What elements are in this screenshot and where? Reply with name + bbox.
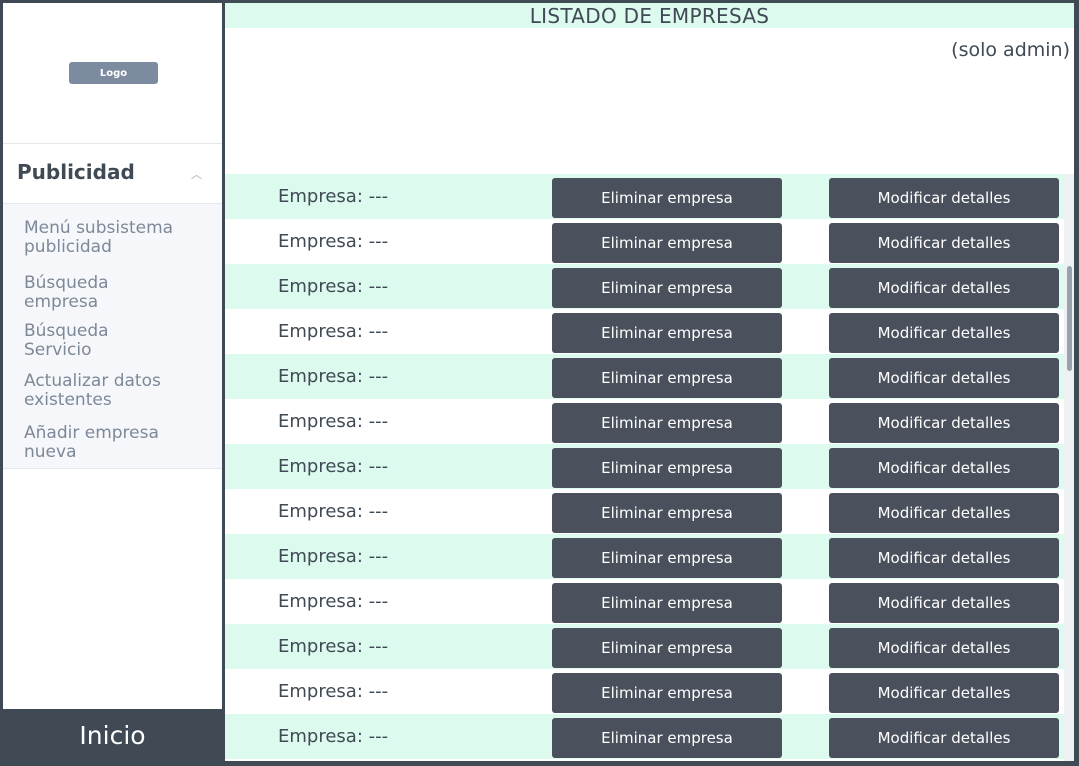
company-label: Empresa: ---	[278, 591, 389, 612]
main-content: LISTADO DE EMPRESAS (solo admin) Empresa…	[225, 3, 1074, 761]
company-label: Empresa: ---	[278, 681, 389, 702]
table-row: Empresa: --- Eliminar empresa Modificar …	[225, 399, 1074, 444]
delete-company-button[interactable]: Eliminar empresa	[552, 583, 782, 623]
section-title: Publicidad	[17, 160, 135, 184]
table-row: Empresa: --- Eliminar empresa Modificar …	[225, 444, 1074, 489]
company-label: Empresa: ---	[278, 186, 389, 207]
admin-note: (solo admin)	[951, 39, 1070, 61]
company-list: Empresa: --- Eliminar empresa Modificar …	[225, 174, 1074, 761]
delete-company-button[interactable]: Eliminar empresa	[552, 178, 782, 218]
company-label: Empresa: ---	[278, 636, 389, 657]
delete-company-button[interactable]: Eliminar empresa	[552, 448, 782, 488]
sidebar-menu: Menú subsistema publicidad Búsqueda empr…	[3, 204, 222, 469]
logo[interactable]: Logo	[69, 62, 158, 84]
home-button[interactable]: Inicio	[3, 709, 222, 761]
modify-details-button[interactable]: Modificar detalles	[829, 403, 1059, 443]
delete-company-button[interactable]: Eliminar empresa	[552, 358, 782, 398]
company-label: Empresa: ---	[278, 456, 389, 477]
delete-company-button[interactable]: Eliminar empresa	[552, 493, 782, 533]
company-label: Empresa: ---	[278, 411, 389, 432]
company-label: Empresa: ---	[278, 321, 389, 342]
sidebar-item-anadir-empresa[interactable]: Añadir empresa nueva	[24, 424, 174, 462]
modify-details-button[interactable]: Modificar detalles	[829, 448, 1059, 488]
table-row: Empresa: --- Eliminar empresa Modificar …	[225, 174, 1074, 219]
modify-details-button[interactable]: Modificar detalles	[829, 493, 1059, 533]
sidebar-item-actualizar-datos[interactable]: Actualizar datos existentes	[24, 372, 174, 410]
modify-details-button[interactable]: Modificar detalles	[829, 313, 1059, 353]
company-label: Empresa: ---	[278, 231, 389, 252]
company-label: Empresa: ---	[278, 276, 389, 297]
modify-details-button[interactable]: Modificar detalles	[829, 628, 1059, 668]
modify-details-button[interactable]: Modificar detalles	[829, 178, 1059, 218]
scrollbar-thumb[interactable]	[1067, 266, 1072, 371]
delete-company-button[interactable]: Eliminar empresa	[552, 538, 782, 578]
modify-details-button[interactable]: Modificar detalles	[829, 583, 1059, 623]
sidebar: Logo Publicidad ︿ Menú subsistema public…	[3, 3, 225, 761]
modify-details-button[interactable]: Modificar detalles	[829, 223, 1059, 263]
company-label: Empresa: ---	[278, 726, 389, 747]
table-row: Empresa: --- Eliminar empresa Modificar …	[225, 534, 1074, 579]
table-row: Empresa: --- Eliminar empresa Modificar …	[225, 309, 1074, 354]
company-label: Empresa: ---	[278, 546, 389, 567]
modify-details-button[interactable]: Modificar detalles	[829, 718, 1059, 758]
delete-company-button[interactable]: Eliminar empresa	[552, 718, 782, 758]
company-label: Empresa: ---	[278, 501, 389, 522]
delete-company-button[interactable]: Eliminar empresa	[552, 628, 782, 668]
scrollbar[interactable]	[1064, 174, 1074, 761]
modify-details-button[interactable]: Modificar detalles	[829, 673, 1059, 713]
table-row: Empresa: --- Eliminar empresa Modificar …	[225, 669, 1074, 714]
modify-details-button[interactable]: Modificar detalles	[829, 268, 1059, 308]
sidebar-item-busqueda-servicio[interactable]: Búsqueda Servicio	[24, 322, 134, 360]
modify-details-button[interactable]: Modificar detalles	[829, 358, 1059, 398]
company-label: Empresa: ---	[278, 366, 389, 387]
section-header-publicidad[interactable]: Publicidad ︿	[3, 144, 222, 204]
delete-company-button[interactable]: Eliminar empresa	[552, 223, 782, 263]
page-title: LISTADO DE EMPRESAS	[225, 3, 1074, 28]
delete-company-button[interactable]: Eliminar empresa	[552, 313, 782, 353]
table-row: Empresa: --- Eliminar empresa Modificar …	[225, 354, 1074, 399]
table-row: Empresa: --- Eliminar empresa Modificar …	[225, 579, 1074, 624]
logo-area: Logo	[3, 3, 222, 144]
table-row: Empresa: --- Eliminar empresa Modificar …	[225, 264, 1074, 309]
table-row: Empresa: --- Eliminar empresa Modificar …	[225, 489, 1074, 534]
sidebar-item-menu-subsistema[interactable]: Menú subsistema publicidad	[24, 219, 204, 257]
app-frame: Logo Publicidad ︿ Menú subsistema public…	[3, 3, 1074, 761]
table-row: Empresa: --- Eliminar empresa Modificar …	[225, 624, 1074, 669]
modify-details-button[interactable]: Modificar detalles	[829, 538, 1059, 578]
chevron-up-icon[interactable]: ︿	[191, 166, 202, 182]
sidebar-item-busqueda-empresa[interactable]: Búsqueda empresa	[24, 274, 134, 312]
delete-company-button[interactable]: Eliminar empresa	[552, 673, 782, 713]
table-row: Empresa: --- Eliminar empresa Modificar …	[225, 714, 1074, 759]
delete-company-button[interactable]: Eliminar empresa	[552, 403, 782, 443]
table-row: Empresa: --- Eliminar empresa Modificar …	[225, 219, 1074, 264]
delete-company-button[interactable]: Eliminar empresa	[552, 268, 782, 308]
